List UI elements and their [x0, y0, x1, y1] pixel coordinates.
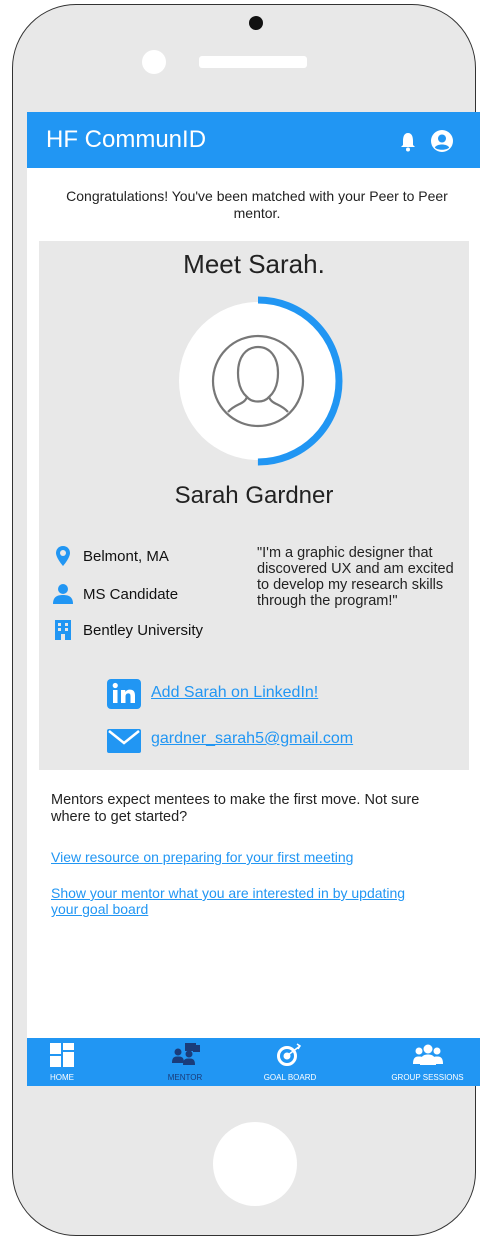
- mail-icon: [107, 729, 141, 753]
- mentor-card: Meet Sarah. Sarah Gardner Belmont, MA MS…: [39, 241, 469, 770]
- tab-home[interactable]: HOME: [27, 1038, 97, 1086]
- goal-board-link[interactable]: Show your mentor what you are interested…: [51, 885, 411, 917]
- app-bar: HF CommunID: [27, 112, 480, 168]
- linkedin-link-text[interactable]: Add Sarah on LinkedIn!: [151, 684, 318, 702]
- location-text: Belmont, MA: [83, 548, 169, 565]
- tab-goal-board[interactable]: GOAL BOARD: [245, 1038, 335, 1086]
- building-icon: [55, 620, 71, 640]
- app-title: HF CommunID: [46, 126, 207, 153]
- mentor-avatar: [173, 296, 343, 466]
- camera-icon: [249, 16, 263, 30]
- bottom-nav: HOME MENTOR GOAL BOARD GROUP SESSIONS: [27, 1038, 480, 1086]
- tab-home-label: HOME: [50, 1073, 74, 1082]
- school-text: Bentley University: [83, 622, 204, 639]
- email-link-text[interactable]: gardner_sarah5@gmail.com: [151, 730, 353, 748]
- tab-group-sessions-label: GROUP SESSIONS: [391, 1073, 464, 1082]
- sensor-icon: [142, 50, 166, 74]
- meet-heading: Meet Sarah.: [183, 249, 325, 279]
- tab-mentor[interactable]: MENTOR: [145, 1038, 225, 1086]
- group-sessions-icon: [413, 1044, 443, 1065]
- tab-group-sessions[interactable]: GROUP SESSIONS: [375, 1038, 480, 1086]
- goal-board-icon: [277, 1043, 302, 1066]
- home-icon: [50, 1043, 74, 1067]
- tab-goal-board-label: GOAL BOARD: [263, 1073, 317, 1082]
- role-text: MS Candidate: [83, 586, 179, 603]
- user-profile-icon[interactable]: [431, 130, 453, 152]
- match-message: Congratulations! You've been matched wit…: [66, 188, 448, 221]
- tab-mentor-label: MENTOR: [167, 1073, 203, 1082]
- phone-home-button[interactable]: [213, 1122, 297, 1206]
- mentor-name: Sarah Gardner: [174, 482, 334, 509]
- linkedin-icon: [107, 679, 141, 709]
- resource-link[interactable]: View resource on preparing for your firs…: [51, 849, 353, 865]
- guidance-text: Mentors expect mentees to make the first…: [51, 792, 420, 825]
- person-icon: [53, 584, 73, 604]
- mentor-icon: [172, 1043, 200, 1065]
- location-pin-icon: [56, 546, 70, 566]
- app-screen: HF CommunID Congratulations! You've been…: [27, 112, 480, 1086]
- notification-bell-icon[interactable]: [401, 132, 415, 152]
- mentor-quote: "I'm a graphic designer that discovered …: [257, 545, 454, 609]
- speaker-grille: [199, 56, 307, 68]
